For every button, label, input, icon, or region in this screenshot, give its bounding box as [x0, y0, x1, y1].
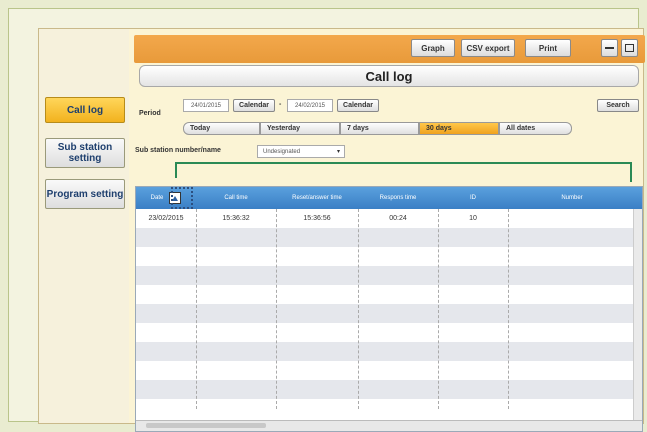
- from-date-field[interactable]: 24/01/2015: [183, 99, 229, 112]
- col-call-time[interactable]: Call time: [196, 187, 276, 209]
- table-row[interactable]: 23/02/2015 15:36:32 15:36:56 00:24 10: [136, 209, 642, 228]
- col-respons-time[interactable]: Respons time: [358, 187, 438, 209]
- graph-button[interactable]: Graph: [411, 39, 455, 57]
- sub-station-label: Sub station number/name: [135, 147, 221, 154]
- column-divider: [196, 209, 197, 409]
- column-divider: [358, 209, 359, 409]
- highlight-connector-right: [630, 162, 632, 182]
- cell-date: 23/02/2015: [148, 215, 184, 222]
- period-yesterday[interactable]: Yesterday: [260, 122, 340, 135]
- column-divider: [438, 209, 439, 409]
- cell-reset-answer-time: 15:36:56: [303, 215, 331, 222]
- nav-program-setting[interactable]: Program setting: [45, 179, 125, 209]
- from-calendar-button[interactable]: Calendar: [233, 99, 275, 112]
- table-row[interactable]: [136, 380, 642, 399]
- vertical-scrollbar[interactable]: [633, 209, 642, 423]
- cell-call-time: 15:36:32: [222, 215, 250, 222]
- date-range-dash: -: [279, 101, 282, 108]
- maximize-icon: [625, 44, 634, 52]
- table-row[interactable]: [136, 285, 642, 304]
- cell-number: [508, 209, 636, 228]
- table-row[interactable]: [136, 228, 642, 247]
- search-button[interactable]: Search: [597, 99, 639, 112]
- highlight-connector: [175, 162, 630, 164]
- col-number[interactable]: Number: [508, 187, 636, 209]
- period-7-days[interactable]: 7 days: [340, 122, 419, 135]
- minimize-button[interactable]: [601, 39, 618, 57]
- to-calendar-button[interactable]: Calendar: [337, 99, 379, 112]
- sidebar: [39, 29, 129, 423]
- app-window: Graph CSV export Print Call log Call log…: [38, 28, 645, 432]
- call-log-table: Date Call time Reset/answer time Respons…: [135, 186, 643, 432]
- table-row[interactable]: [136, 323, 642, 342]
- nav-sub-station-setting[interactable]: Sub station setting: [45, 138, 125, 168]
- highlight-connector-left: [175, 162, 177, 178]
- minimize-icon: [605, 47, 614, 49]
- period-30-days[interactable]: 30 days: [419, 122, 499, 135]
- table-row[interactable]: [136, 304, 642, 323]
- to-date-field[interactable]: 24/02/2015: [287, 99, 333, 112]
- period-all-dates[interactable]: All dates: [499, 122, 572, 135]
- table-row[interactable]: [136, 342, 642, 361]
- cell-id: 10: [469, 215, 477, 222]
- print-button[interactable]: Print: [525, 39, 571, 57]
- column-divider: [508, 209, 509, 409]
- sub-station-select[interactable]: Undesignated ▾: [257, 145, 345, 158]
- chevron-down-icon: ▾: [336, 149, 340, 155]
- col-date-label: Date: [150, 194, 164, 201]
- horizontal-scroll-thumb[interactable]: [146, 423, 266, 428]
- table-row[interactable]: [136, 361, 642, 380]
- horizontal-scrollbar[interactable]: [136, 420, 642, 431]
- page-title: Call log: [139, 65, 639, 87]
- sort-highlight: [171, 187, 193, 209]
- nav-call-log[interactable]: Call log: [45, 97, 125, 123]
- table-row[interactable]: [136, 247, 642, 266]
- table-row[interactable]: [136, 266, 642, 285]
- table-header: Date Call time Reset/answer time Respons…: [136, 187, 642, 209]
- period-today[interactable]: Today: [183, 122, 260, 135]
- maximize-button[interactable]: [621, 39, 638, 57]
- toolbar: Graph CSV export Print: [134, 35, 645, 63]
- col-reset-answer-time[interactable]: Reset/answer time: [276, 187, 358, 209]
- col-id[interactable]: ID: [438, 187, 508, 209]
- column-divider: [276, 209, 277, 409]
- csv-export-button[interactable]: CSV export: [461, 39, 515, 57]
- period-label: Period: [139, 110, 161, 117]
- sub-station-value: Undesignated: [263, 148, 301, 155]
- cell-respons-time: 00:24: [389, 215, 407, 222]
